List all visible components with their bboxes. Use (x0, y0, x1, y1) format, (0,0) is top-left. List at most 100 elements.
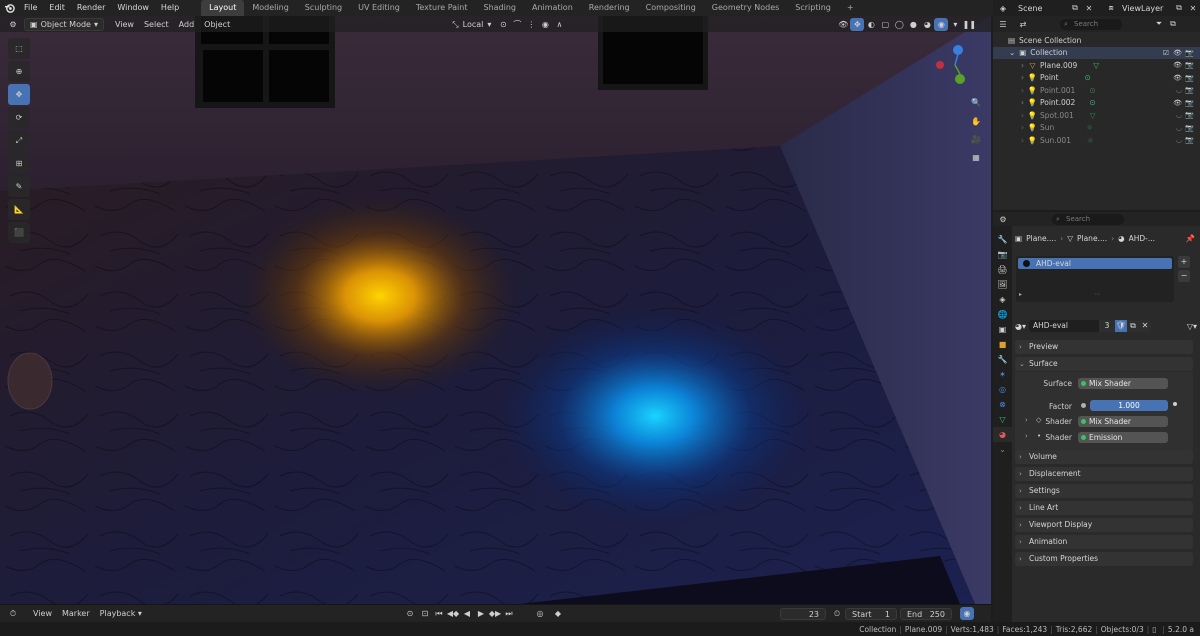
expand-icon[interactable]: ⌄ (1009, 48, 1015, 57)
shading-options-icon[interactable]: ▾ (948, 18, 962, 31)
more-tabs-icon[interactable]: ⌄ (993, 442, 1012, 457)
eye-icon[interactable]: 👁 (1173, 49, 1182, 57)
displacement-panel-header[interactable]: › Displacement (1015, 467, 1193, 481)
tab-layout[interactable]: Layout (201, 0, 245, 16)
proportional-edit-icon[interactable]: ◉ (538, 18, 552, 31)
tab-animation[interactable]: Animation (524, 0, 581, 16)
snap-target-icon[interactable]: ⋮ (524, 18, 538, 31)
play-reverse-icon[interactable]: ◀ (460, 607, 474, 620)
filter-icon[interactable]: ⏷ (1152, 18, 1166, 31)
mode-dropdown[interactable]: ▣ Object Mode ▾ (24, 17, 104, 31)
camera-icon[interactable]: 📷 (1185, 61, 1194, 69)
current-frame-field[interactable]: 23 (780, 607, 826, 620)
view-layer-tab-icon[interactable]: 🖼 (993, 277, 1012, 292)
add-cube-tool-icon[interactable]: ⬛ (8, 222, 30, 243)
output-tab-icon[interactable]: 🖨 (993, 262, 1012, 277)
menu-view[interactable]: View (110, 18, 139, 31)
transform-tool-icon[interactable]: ⊞ (8, 153, 30, 174)
collection-checkbox-icon[interactable]: ☑ (1163, 49, 1169, 57)
tab-modeling[interactable]: Modeling (244, 0, 296, 16)
collection-tab-icon[interactable]: ▣ (993, 322, 1012, 337)
shader2-field[interactable]: Emission (1078, 432, 1168, 443)
outliner-item[interactable]: › 💡 Sun.001 ☼ ◡ 📷 (993, 134, 1200, 147)
pan-hand-icon[interactable]: ✋ (969, 114, 983, 128)
render-tab-icon[interactable]: 📷 (993, 247, 1012, 262)
chevron-right-icon[interactable]: › (1021, 111, 1024, 120)
data-tab-icon[interactable]: ▽ (993, 412, 1012, 427)
camera-icon[interactable]: 📷 (1185, 111, 1194, 119)
eye-closed-icon[interactable]: ◡ (1176, 124, 1182, 132)
xray-icon[interactable]: ▢ (878, 18, 892, 31)
tab-texture-paint[interactable]: Texture Paint (408, 0, 476, 16)
material-browse-icon[interactable]: ◕▾ (1015, 322, 1026, 331)
material-tab-icon[interactable]: ◕ (993, 427, 1012, 442)
remove-slot-button[interactable]: − (1178, 270, 1190, 282)
end-frame-field[interactable]: End 250 (900, 607, 952, 620)
outliner-item[interactable]: › 💡 Point ⊙ 👁 📷 (993, 72, 1200, 85)
material-slot-item[interactable]: AHD-eval (1018, 258, 1172, 269)
outliner-item[interactable]: › 💡 Point.001 ⊙ ◡ 📷 (993, 84, 1200, 97)
rendered-shading-icon[interactable]: ◉ (934, 17, 949, 31)
visibility-icon[interactable]: 👁 (836, 18, 850, 31)
tab-shading[interactable]: Shading (475, 0, 524, 16)
tab-rendering[interactable]: Rendering (581, 0, 638, 16)
chevron-right-icon[interactable]: › (1021, 61, 1024, 70)
outliner-search-input[interactable]: ⌕ Search (1060, 18, 1122, 30)
properties-search-input[interactable]: ⌕ Search (1052, 213, 1124, 225)
tab-scripting[interactable]: Scripting (787, 0, 839, 16)
factor-slider[interactable]: 1.000 (1090, 400, 1168, 411)
orientation-dropdown[interactable]: ⤡ Local ▾ (447, 18, 496, 31)
measure-tool-icon[interactable]: 📐 (8, 199, 30, 220)
overlay-icon[interactable]: ◐ (864, 18, 878, 31)
add-workspace-button[interactable]: + (839, 0, 862, 16)
duplicate-material-icon[interactable]: ⧉ (1127, 320, 1139, 332)
animation-panel-header[interactable]: › Animation (1015, 535, 1193, 549)
settings-panel-header[interactable]: › Settings (1015, 484, 1193, 498)
outliner-item[interactable]: › ▽ Plane.009 ▽ 👁 📷 (993, 59, 1200, 72)
menu-help[interactable]: Help (155, 0, 185, 16)
new-view-layer-icon[interactable]: ⧉ (1172, 2, 1186, 15)
blender-logo-icon[interactable] (0, 0, 18, 16)
annotate-tool-icon[interactable]: ✎ (8, 176, 30, 197)
delete-view-layer-icon[interactable]: ✕ (1186, 2, 1200, 15)
collection-row[interactable]: ⌄ ▣ Collection ☑ 👁 📷 (993, 46, 1200, 59)
chevron-right-icon[interactable]: › (1021, 86, 1024, 95)
modifier-tab-icon[interactable]: 🔧 (993, 352, 1012, 367)
gizmo-icon[interactable]: ✥ (850, 17, 865, 31)
scale-tool-icon[interactable]: ⤢ (8, 130, 30, 151)
material-shading-icon[interactable]: ◕ (920, 18, 934, 31)
view-layer-name[interactable]: ViewLayer (1122, 4, 1172, 13)
outliner-editor-icon[interactable]: ☰ (996, 18, 1010, 31)
cursor-tool-icon[interactable]: ⊕ (8, 61, 30, 82)
chevron-right-icon[interactable]: › (1021, 123, 1024, 132)
display-mode-icon[interactable]: ⇄ (1016, 18, 1030, 31)
timeline-playback-menu[interactable]: Playback ▾ (95, 607, 147, 620)
slot-expand-icon[interactable]: ▸ (1019, 291, 1022, 298)
start-frame-field[interactable]: Start 1 (845, 607, 897, 620)
clock-icon[interactable]: ⏲ (830, 607, 844, 620)
camera-view-icon[interactable]: 🎥 (969, 132, 983, 146)
user-count[interactable]: 3 (1099, 320, 1115, 332)
object-tab-icon[interactable]: ■ (993, 337, 1012, 352)
material-slot-list[interactable]: AHD-eval ▸ ⋯ (1016, 256, 1174, 302)
new-collection-icon[interactable]: ⧉ (1166, 18, 1180, 31)
snap-icon[interactable]: ⌒ (510, 18, 524, 31)
keyframe-icon[interactable]: ◆ (551, 607, 565, 620)
record-icon[interactable]: ⊙ (403, 607, 417, 620)
gizmo-z-axis-icon[interactable] (953, 45, 963, 55)
tab-sculpting[interactable]: Sculpting (297, 0, 350, 16)
next-keyframe-icon[interactable]: ◆▶ (488, 607, 502, 620)
physics-tab-icon[interactable]: ◎ (993, 382, 1012, 397)
menu-edit[interactable]: Edit (43, 0, 71, 16)
camera-icon[interactable]: 📷 (1185, 74, 1194, 82)
gizmo-y-axis-icon[interactable] (955, 74, 965, 84)
jump-end-icon[interactable]: ⏭ (502, 607, 516, 620)
camera-icon[interactable]: 📷 (1185, 124, 1194, 132)
chevron-right-icon[interactable]: › (1021, 73, 1024, 82)
menu-window[interactable]: Window (111, 0, 155, 16)
scene-collection-row[interactable]: ▤ Scene Collection (993, 34, 1200, 47)
properties-editor-icon[interactable]: ⚙ (996, 213, 1010, 226)
auto-key-icon[interactable]: ◎ (533, 607, 547, 620)
camera-icon[interactable]: 📷 (1185, 136, 1194, 144)
move-tool-icon[interactable]: ✥ (8, 84, 30, 105)
